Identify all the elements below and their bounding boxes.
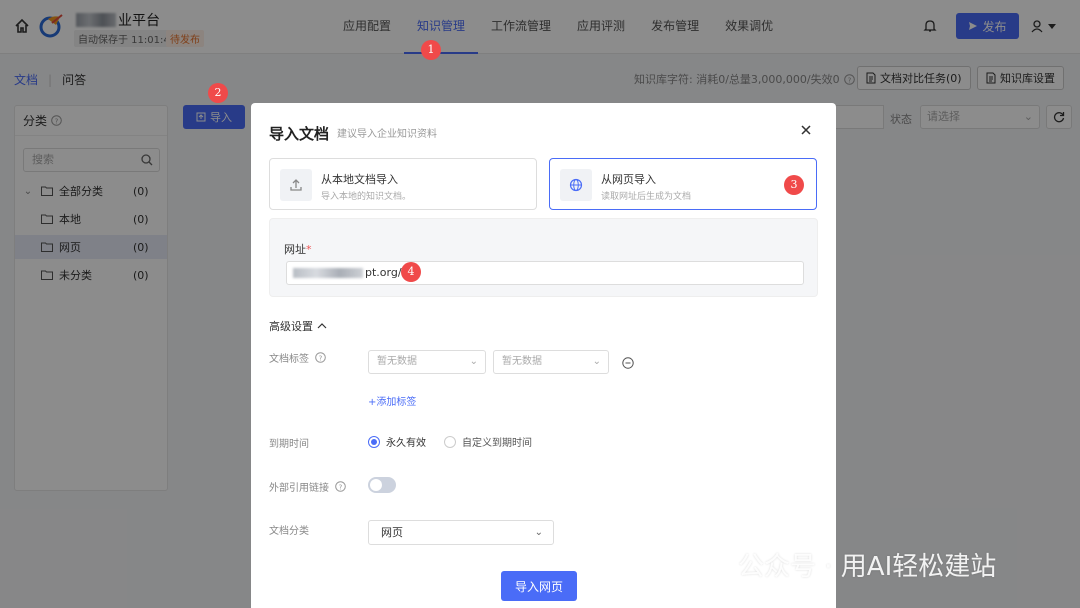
close-icon[interactable]	[799, 123, 813, 137]
expiry-options: 永久有效 自定义到期时间	[368, 434, 532, 449]
tag-value-select[interactable]: 暂无数据 ⌄	[493, 350, 609, 374]
tag-key-select[interactable]: 暂无数据 ⌄	[368, 350, 486, 374]
url-label: 网址*	[284, 243, 312, 256]
category-select[interactable]: 网页 ⌄	[368, 520, 554, 545]
import-document-dialog: 导入文档 建议导入企业知识资料 从本地文档导入 导入本地的知识文档。 从网页导入…	[251, 103, 836, 608]
chevron-down-icon: ⌄	[534, 527, 543, 538]
watermark: 公众号 · 用AI轻松建站	[694, 546, 996, 583]
category-label: 文档分类	[269, 526, 309, 537]
url-section: 网址* pt.org/ 4	[269, 218, 818, 297]
chevron-down-icon: ⌄	[469, 356, 478, 367]
source-local-card[interactable]: 从本地文档导入 导入本地的知识文档。	[269, 158, 537, 210]
svg-text:?: ?	[339, 483, 343, 491]
advanced-settings-toggle[interactable]: 高级设置	[269, 318, 327, 334]
source-web-card[interactable]: 从网页导入 读取网址后生成为文档 3	[549, 158, 817, 210]
dialog-title: 导入文档	[269, 125, 330, 143]
globe-icon	[560, 169, 592, 201]
help-icon[interactable]: ?	[315, 352, 326, 363]
dialog-subtitle: 建议导入企业知识资料	[337, 129, 437, 140]
step-marker-3: 3	[784, 175, 804, 195]
url-input[interactable]: pt.org/	[286, 261, 804, 285]
chevron-down-icon: ⌄	[592, 356, 601, 367]
step-marker-1: 1	[421, 40, 441, 60]
wechat-icon	[695, 550, 729, 578]
expiry-label: 到期时间	[269, 439, 309, 450]
svg-text:?: ?	[319, 354, 323, 362]
add-tag-link[interactable]: +添加标签	[368, 393, 416, 408]
import-webpage-button[interactable]: 导入网页	[501, 571, 577, 601]
expiry-custom-radio[interactable]: 自定义到期时间	[444, 434, 532, 449]
help-icon[interactable]: ?	[335, 481, 346, 492]
url-redacted	[293, 268, 363, 278]
expiry-permanent-radio[interactable]: 永久有效	[368, 434, 426, 449]
step-marker-4: 4	[401, 262, 421, 282]
doc-tags-label: 文档标签 ?	[269, 350, 326, 365]
chevron-up-icon	[317, 323, 327, 329]
remove-tag-icon[interactable]	[622, 357, 634, 369]
step-marker-2: 2	[208, 83, 228, 103]
external-link-label: 外部引用链接 ?	[269, 479, 346, 494]
external-link-toggle[interactable]	[368, 477, 396, 493]
upload-icon	[280, 169, 312, 201]
